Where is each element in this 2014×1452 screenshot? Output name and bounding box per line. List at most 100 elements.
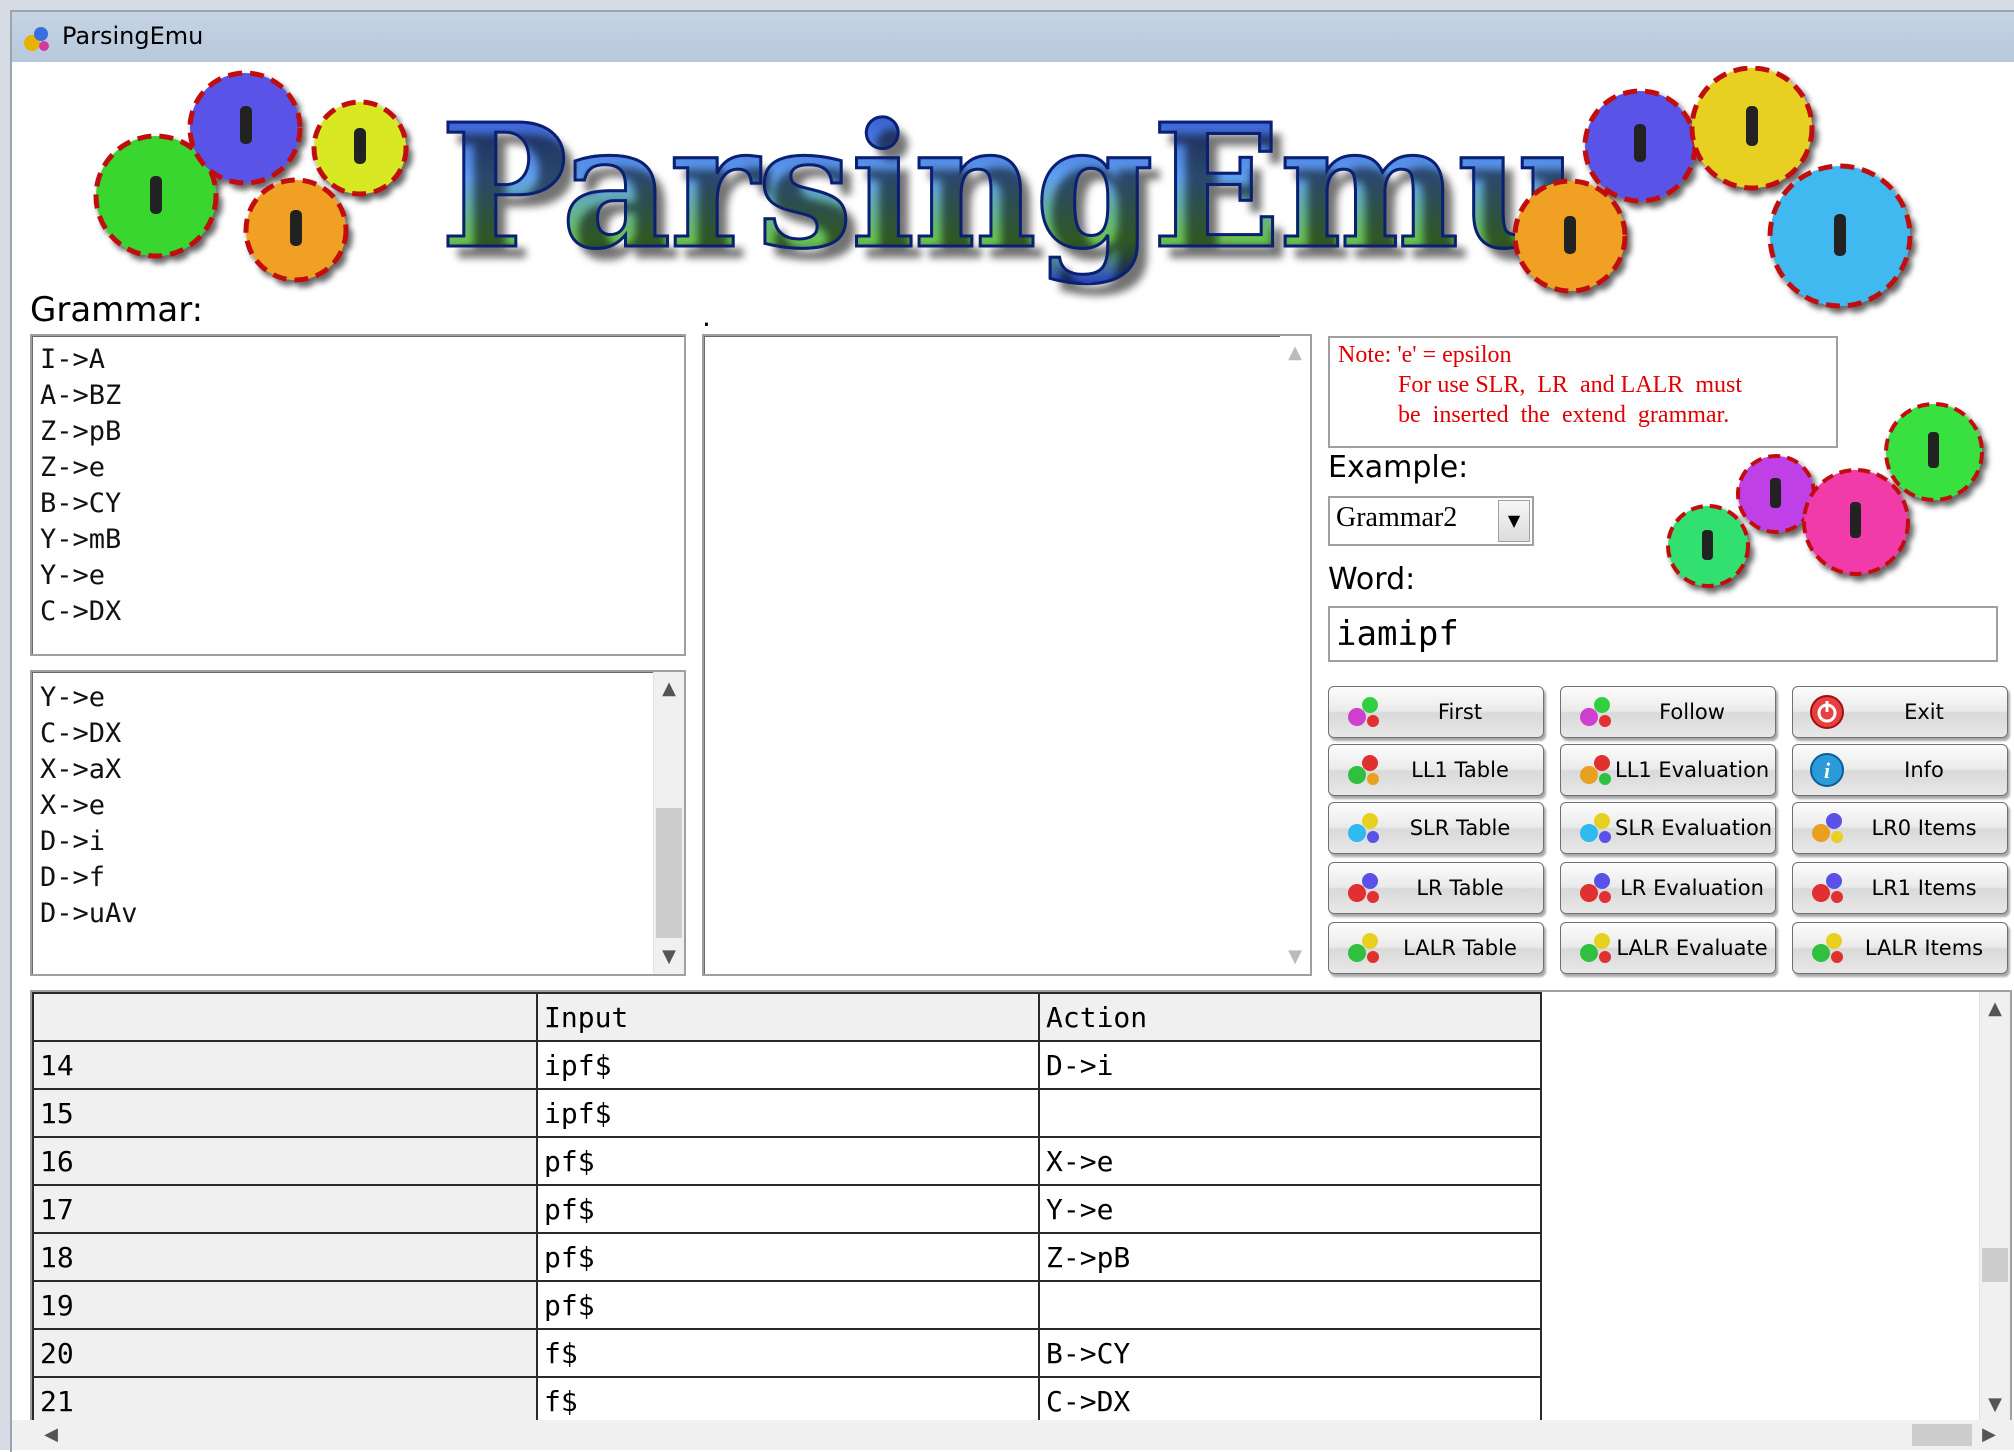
gears-icon <box>1812 813 1843 843</box>
table-row[interactable]: 21 f$ C->DX <box>32 1376 1542 1422</box>
row-header-corner <box>32 992 538 1042</box>
grammar-label: Grammar: <box>30 290 204 330</box>
input-cell: f$ <box>536 1328 1040 1378</box>
action-cell: Z->pB <box>1038 1232 1542 1282</box>
word-input[interactable]: iamipf <box>1328 606 1998 662</box>
grammar-line: Z->e <box>40 452 106 483</box>
row-number: 15 <box>32 1088 538 1138</box>
grammar-editor[interactable]: Y->e C->DX X->aX X->e D->i D->f D->uAv ▲… <box>30 670 686 976</box>
column-header-input[interactable]: Input <box>536 992 1040 1042</box>
slr-evaluation-button-label: SLR Evaluation <box>1615 816 1773 840</box>
table-row[interactable]: 20 f$ B->CY <box>32 1328 1542 1378</box>
scroll-left-icon[interactable]: ◀ <box>36 1420 66 1450</box>
first-button[interactable]: First <box>1328 686 1544 738</box>
banner-title: ParsingEmu <box>439 87 1583 287</box>
lalr-table-button-label: LALR Table <box>1403 936 1517 960</box>
output-scrollbar[interactable]: ▲ ▼ <box>1280 336 1310 974</box>
info-button[interactable]: i Info <box>1792 744 2008 796</box>
grammar-top-list[interactable]: I->A A->BZ Z->pB Z->e B->CY Y->mB Y->e C… <box>30 334 686 656</box>
lalr-items-button-label: LALR Items <box>1864 936 1984 960</box>
grammar-line: Y->e <box>40 560 106 591</box>
example-select[interactable]: Grammar2 ▼ <box>1328 496 1534 546</box>
scroll-thumb[interactable] <box>656 808 682 938</box>
table-header-row: Input Action <box>32 992 1542 1042</box>
lr0-items-button-label: LR0 Items <box>1871 816 1977 840</box>
horizontal-scrollbar[interactable]: ◀ ▶ <box>12 1420 2014 1450</box>
lalr-evaluate-button-label: LALR Evaluate <box>1616 936 1768 960</box>
lr1-items-button[interactable]: LR1 Items <box>1792 862 2008 914</box>
input-cell: pf$ <box>536 1232 1040 1282</box>
lr0-items-button[interactable]: LR0 Items <box>1792 802 2008 854</box>
gears-icon <box>1580 873 1611 903</box>
exit-button[interactable]: Exit <box>1792 686 2008 738</box>
ll1-evaluation-button[interactable]: LL1 Evaluation <box>1560 744 1776 796</box>
power-icon <box>1810 695 1844 729</box>
table-row[interactable]: 18 pf$ Z->pB <box>32 1232 1542 1282</box>
follow-button[interactable]: Follow <box>1560 686 1776 738</box>
scroll-down-icon[interactable]: ▼ <box>654 942 684 972</box>
ll1-table-button-label: LL1 Table <box>1411 758 1509 782</box>
grammar-line: D->f <box>40 862 106 893</box>
lr-table-button-label: LR Table <box>1416 876 1504 900</box>
input-cell: f$ <box>536 1376 1040 1422</box>
slr-evaluation-button[interactable]: SLR Evaluation <box>1560 802 1776 854</box>
gears-icon <box>1348 933 1379 963</box>
evaluation-table[interactable]: Input Action 14 ipf$ D->i 15 ipf$ 16 pf$ X->e… <box>30 990 2012 1424</box>
gears-icon <box>1348 755 1379 785</box>
row-number: 14 <box>32 1040 538 1090</box>
row-number: 19 <box>32 1280 538 1330</box>
table-scrollbar[interactable]: ▲ ▼ <box>1979 992 2010 1422</box>
scroll-down-icon[interactable]: ▼ <box>1980 1390 2010 1420</box>
column-header-action[interactable]: Action <box>1038 992 1542 1042</box>
lr-table-button[interactable]: LR Table <box>1328 862 1544 914</box>
scroll-down-icon[interactable]: ▼ <box>1280 942 1310 972</box>
table-row[interactable]: 15 ipf$ <box>32 1088 1542 1138</box>
action-cell <box>1038 1280 1542 1330</box>
window-title: ParsingEmu <box>62 22 204 50</box>
lr-evaluation-button[interactable]: LR Evaluation <box>1560 862 1776 914</box>
note-line: For use SLR, LR and LALR must <box>1398 372 1743 398</box>
chevron-down-icon[interactable]: ▼ <box>1498 500 1530 542</box>
row-number: 16 <box>32 1136 538 1186</box>
table-row[interactable]: 14 ipf$ D->i <box>32 1040 1542 1090</box>
word-input-value: iamipf <box>1336 614 1459 654</box>
lr1-items-button-label: LR1 Items <box>1871 876 1977 900</box>
grammar-line: C->DX <box>40 718 122 749</box>
action-cell: D->i <box>1038 1040 1542 1090</box>
lalr-items-button[interactable]: LALR Items <box>1792 922 2008 974</box>
gears-icon <box>1348 697 1379 727</box>
follow-button-label: Follow <box>1659 700 1725 724</box>
row-number: 17 <box>32 1184 538 1234</box>
side-gears-icon <box>1666 402 1984 588</box>
banner-gears-left-icon <box>93 70 409 283</box>
lr-evaluation-button-label: LR Evaluation <box>1620 876 1764 900</box>
output-area[interactable]: ▲ ▼ <box>702 334 1312 976</box>
action-cell: Y->e <box>1038 1184 1542 1234</box>
scroll-right-icon[interactable]: ▶ <box>1974 1420 2004 1450</box>
grammar-line: Y->e <box>40 682 106 713</box>
scroll-up-icon[interactable]: ▲ <box>1980 994 2010 1024</box>
grammar-line: Z->pB <box>40 416 122 447</box>
action-cell <box>1038 1088 1542 1138</box>
ll1-evaluation-button-label: LL1 Evaluation <box>1615 758 1770 782</box>
action-cell: X->e <box>1038 1136 1542 1186</box>
gears-icon <box>1580 813 1611 843</box>
input-cell: ipf$ <box>536 1088 1040 1138</box>
table-row[interactable]: 16 pf$ X->e <box>32 1136 1542 1186</box>
grammar-scrollbar[interactable]: ▲ ▼ <box>653 672 684 974</box>
grammar-line: A->BZ <box>40 380 122 411</box>
scroll-thumb[interactable] <box>1912 1424 1972 1446</box>
ll1-table-button[interactable]: LL1 Table <box>1328 744 1544 796</box>
scroll-up-icon[interactable]: ▲ <box>1280 338 1310 368</box>
table-row[interactable]: 19 pf$ <box>32 1280 1542 1330</box>
scroll-thumb[interactable] <box>1982 1248 2008 1282</box>
table-row[interactable]: 17 pf$ Y->e <box>32 1184 1542 1234</box>
grammar-line: D->uAv <box>40 898 138 929</box>
scroll-up-icon[interactable]: ▲ <box>654 674 684 704</box>
gears-icon <box>1348 873 1379 903</box>
lalr-table-button[interactable]: LALR Table <box>1328 922 1544 974</box>
middle-label: . <box>702 300 711 333</box>
lalr-evaluate-button[interactable]: LALR Evaluate <box>1560 922 1776 974</box>
slr-table-button[interactable]: SLR Table <box>1328 802 1544 854</box>
input-cell: ipf$ <box>536 1040 1040 1090</box>
